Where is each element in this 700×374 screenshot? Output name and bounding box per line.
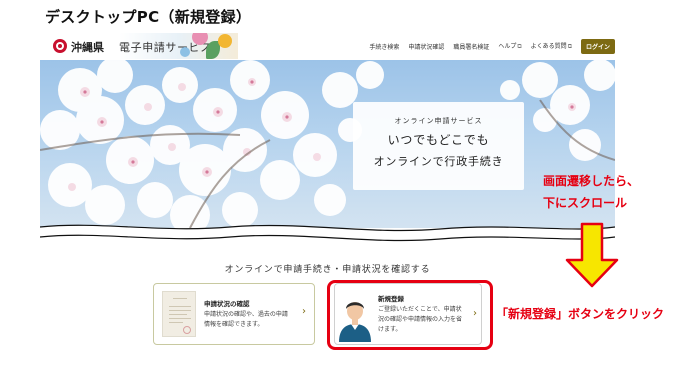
- hero-banner: オンライン申請サービス いつでもどこでも オンラインで行政手続き: [40, 60, 615, 228]
- scroll-instruction: 画面遷移したら、 下にスクロール: [543, 174, 640, 210]
- nav-faq[interactable]: よくある質問⧉: [531, 41, 572, 51]
- prefecture-emblem-icon: [53, 39, 67, 53]
- site-logo[interactable]: 沖縄県 電子申請サービス: [40, 33, 238, 59]
- status-check-card[interactable]: 申請状況の確認 申請状況の確認や、過去の申請 情報を確認できます。 ›: [153, 283, 315, 345]
- prefecture-name: 沖縄県: [71, 41, 104, 54]
- flower-icon: [218, 34, 232, 48]
- click-instruction: 「新規登録」ボタンをクリック: [496, 307, 665, 321]
- cherry-blossom-image: [40, 60, 615, 228]
- document-icon: [162, 291, 196, 337]
- nav-procedure-search[interactable]: 手続き検索: [369, 42, 399, 51]
- external-link-icon: ⧉: [517, 43, 522, 50]
- global-nav: 手続き検索 申請状況確認 職員署名検証 ヘルプ⧉ よくある質問⧉ ログイン: [369, 38, 615, 54]
- down-arrow-icon: [565, 222, 619, 288]
- status-card-title: 申請状況の確認: [204, 300, 250, 308]
- bud-icon: [180, 47, 190, 57]
- torn-page-edge: [40, 224, 615, 255]
- hero-headline: いつでもどこでも: [387, 133, 490, 147]
- nav-status-check[interactable]: 申請状況確認: [408, 42, 444, 51]
- site-header: 沖縄県 電子申請サービス 手続き検索 申請状況確認 職員署名検証 ヘルプ⧉ よく…: [40, 33, 615, 59]
- external-link-icon: ⧉: [567, 43, 572, 50]
- highlight-frame: [327, 280, 493, 350]
- hero-headline-2: オンラインで行政手続き: [373, 155, 504, 168]
- hero-subtitle: オンライン申請サービス: [394, 117, 483, 125]
- hero-message-card: オンライン申請サービス いつでもどこでも オンラインで行政手続き: [353, 102, 524, 190]
- page-heading: デスクトップPC（新規登録）: [45, 8, 252, 26]
- section-title: オンラインで申請手続き・申請状況を確認する: [224, 265, 431, 275]
- status-card-description: 申請状況の確認や、過去の申請 情報を確認できます。: [204, 311, 288, 328]
- nav-signature-verify[interactable]: 職員署名検証: [453, 42, 489, 51]
- login-button[interactable]: ログイン: [580, 38, 615, 54]
- nav-help[interactable]: ヘルプ⧉: [498, 41, 521, 51]
- chevron-right-icon: ›: [302, 306, 306, 317]
